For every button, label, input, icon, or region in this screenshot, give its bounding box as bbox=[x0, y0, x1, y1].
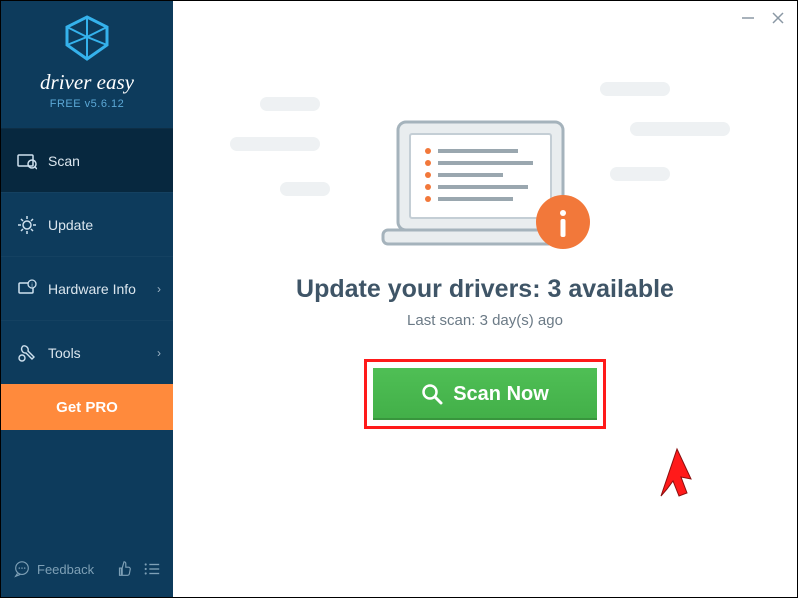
feedback-button[interactable]: Feedback bbox=[13, 560, 94, 578]
bottom-right-icons bbox=[115, 560, 161, 578]
sidebar-item-label: Update bbox=[48, 217, 93, 233]
sidebar-item-label: Hardware Info bbox=[48, 281, 136, 297]
hardware-icon: i bbox=[16, 278, 38, 300]
get-pro-label: Get PRO bbox=[56, 399, 118, 416]
minimize-button[interactable] bbox=[739, 9, 757, 27]
chat-icon bbox=[13, 560, 31, 578]
sidebar: driver easy FREE v5.6.12 Scan Update i bbox=[1, 1, 173, 597]
app-brand-text: driver easy bbox=[1, 70, 173, 95]
app-logo-icon bbox=[62, 15, 112, 61]
app-version-text: FREE v5.6.12 bbox=[1, 98, 173, 110]
close-button[interactable] bbox=[769, 9, 787, 27]
chevron-right-icon: › bbox=[157, 346, 161, 360]
get-pro-button[interactable]: Get PRO bbox=[1, 384, 173, 430]
last-scan-text: Last scan: 3 day(s) ago bbox=[407, 312, 563, 329]
list-icon[interactable] bbox=[143, 560, 161, 578]
feedback-label: Feedback bbox=[37, 562, 94, 577]
main-panel: Update your drivers: 3 available Last sc… bbox=[173, 1, 797, 597]
search-icon bbox=[421, 383, 443, 405]
sidebar-bottom-bar: Feedback bbox=[1, 541, 173, 597]
scan-icon bbox=[16, 150, 38, 172]
logo-area: driver easy FREE v5.6.12 bbox=[1, 1, 173, 128]
tools-icon bbox=[16, 342, 38, 364]
sidebar-item-scan[interactable]: Scan bbox=[1, 128, 173, 192]
gear-icon bbox=[16, 214, 38, 236]
sidebar-item-label: Tools bbox=[48, 345, 81, 361]
svg-text:i: i bbox=[31, 283, 32, 289]
scan-now-button[interactable]: Scan Now bbox=[373, 368, 597, 420]
sidebar-item-hardware-info[interactable]: i Hardware Info › bbox=[1, 256, 173, 320]
sidebar-nav: Scan Update i Hardware Info › Tools bbox=[1, 128, 173, 541]
sidebar-item-update[interactable]: Update bbox=[1, 192, 173, 256]
thumbs-up-icon[interactable] bbox=[115, 560, 133, 578]
titlebar-controls bbox=[739, 9, 787, 27]
main-content: Update your drivers: 3 available Last sc… bbox=[173, 1, 797, 597]
headline-text: Update your drivers: 3 available bbox=[296, 275, 674, 304]
chevron-right-icon: › bbox=[157, 282, 161, 296]
app-window: driver easy FREE v5.6.12 Scan Update i bbox=[0, 0, 798, 598]
scan-button-label: Scan Now bbox=[453, 383, 549, 406]
sidebar-item-tools[interactable]: Tools › bbox=[1, 320, 173, 384]
scan-button-highlight-box: Scan Now bbox=[364, 359, 606, 429]
sidebar-item-label: Scan bbox=[48, 153, 80, 169]
laptop-illustration bbox=[350, 87, 620, 257]
